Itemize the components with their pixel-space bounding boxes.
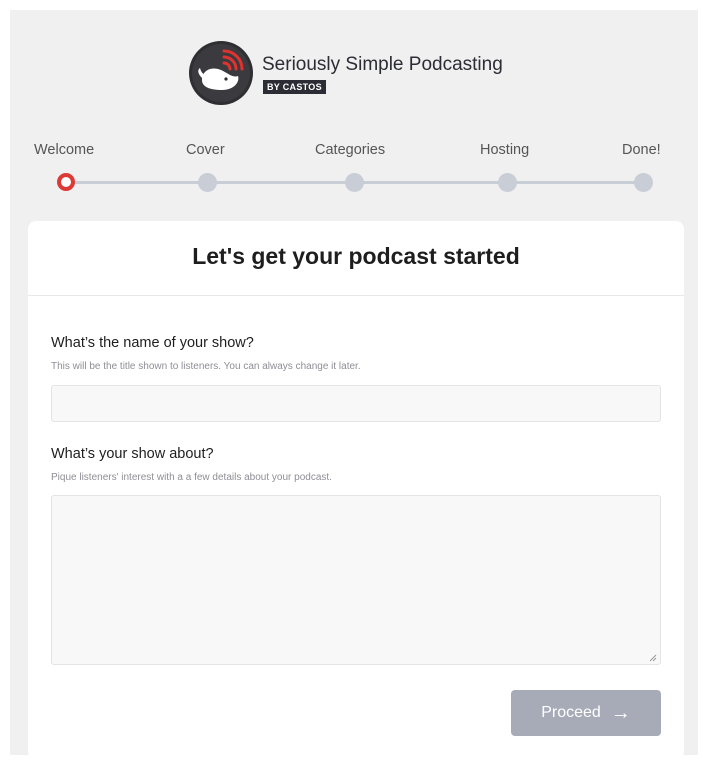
step-dot-cover [198, 173, 217, 192]
step-label-welcome: Welcome [34, 142, 95, 158]
step-dot-done [634, 173, 653, 192]
card-divider [28, 295, 684, 296]
step-dot-categories [345, 173, 364, 192]
resize-handle-icon[interactable] [649, 654, 657, 662]
show-about-textarea[interactable] [51, 495, 661, 665]
step-label-cover: Cover [186, 142, 225, 158]
step-dot-hosting [498, 173, 517, 192]
show-name-help: This will be the title shown to listener… [51, 361, 361, 372]
step-label-categories: Categories [315, 142, 386, 158]
step-dot-welcome [57, 173, 75, 191]
card-title: Let's get your podcast started [192, 243, 520, 269]
step-label-hosting: Hosting [480, 142, 530, 158]
proceed-label: Proceed [541, 704, 601, 721]
app-title: Seriously Simple Podcasting [262, 54, 503, 75]
proceed-button[interactable]: Proceed → [511, 690, 661, 736]
show-name-label: What’s the name of your show? [51, 335, 254, 351]
setup-card: Let's get your podcast started What’s th… [28, 221, 684, 759]
show-name-input[interactable] [51, 385, 661, 422]
castos-badge: BY CASTOS [263, 80, 326, 94]
podcast-whale-logo-icon [189, 41, 253, 105]
arrow-right-icon: → [610, 702, 631, 724]
show-about-help: Pique listeners' interest with a a few d… [51, 472, 332, 483]
show-about-label: What’s your show about? [51, 446, 214, 462]
step-label-done: Done! [622, 142, 661, 158]
progress-stepper: Welcome Cover Categories Hosting Done! [10, 138, 698, 198]
